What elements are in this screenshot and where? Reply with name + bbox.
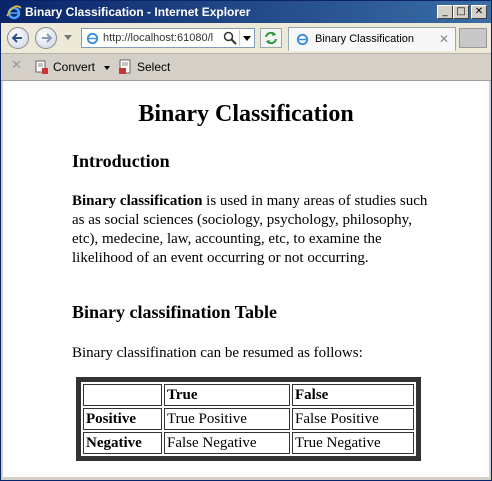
browser-window: Binary Classification - Internet Explore… [0, 0, 492, 481]
table-row: Negative False Negative True Negative [83, 432, 414, 454]
title-bar: Binary Classification - Internet Explore… [1, 1, 491, 23]
page-title: Binary Classification [138, 101, 354, 127]
convert-label: Convert [53, 60, 96, 74]
compatibility-refresh-button[interactable] [260, 28, 282, 48]
back-button[interactable] [7, 27, 29, 49]
table-cell: False Positive [292, 408, 414, 430]
refresh-icon [265, 31, 277, 45]
close-toolbar-icon[interactable]: ✕ [11, 58, 22, 73]
select-icon [119, 59, 131, 74]
page-content: Binary Classification Introduction Binar… [3, 81, 489, 477]
page-icon [296, 33, 309, 46]
introduction-paragraph: Binary classification is used in many ar… [72, 192, 432, 268]
classification-table: True False Positive True Positive False … [76, 377, 421, 461]
navigation-bar: http://localhost:61080/l Binary Classifi… [1, 23, 491, 54]
tab-close-icon[interactable]: ✕ [439, 32, 449, 46]
select-label: Select [137, 60, 171, 74]
tab-binary-classification[interactable]: Binary Classification ✕ [288, 27, 456, 51]
new-tab-button[interactable] [459, 28, 487, 48]
command-bar: ✕ Convert Select [1, 54, 491, 81]
convert-button[interactable]: Convert [34, 59, 95, 75]
table-header-cell: True [164, 384, 290, 406]
convert-dropdown-icon[interactable] [104, 66, 110, 70]
table-header-cell [83, 384, 162, 406]
table-heading: Binary classifination Table [72, 302, 278, 322]
table-cell: True Negative [292, 432, 414, 454]
close-window-button[interactable]: ✕ [471, 5, 487, 19]
address-dropdown-icon[interactable] [239, 30, 254, 46]
select-button[interactable]: Select [118, 59, 170, 75]
table-header-row: True False [83, 384, 414, 406]
tab-title: Binary Classification [315, 33, 415, 45]
introduction-heading: Introduction [72, 151, 170, 171]
maximize-button[interactable]: □ [453, 5, 469, 19]
convert-icon [35, 60, 48, 74]
page-icon [86, 32, 99, 45]
table-row-label: Negative [83, 432, 162, 454]
forward-button[interactable] [35, 27, 57, 49]
table-cell: False Negative [164, 432, 290, 454]
table-row-label: Positive [83, 408, 162, 430]
table-intro: Binary classifination can be resumed as … [72, 345, 363, 361]
introduction-bold-term: Binary classification [72, 193, 203, 209]
minimize-button[interactable]: _ [437, 5, 453, 19]
recent-pages-chevron-icon[interactable] [64, 35, 72, 40]
search-icon[interactable] [223, 31, 237, 45]
forward-arrow-icon [42, 33, 53, 43]
address-bar[interactable]: http://localhost:61080/l [81, 28, 255, 48]
table-header-cell: False [292, 384, 414, 406]
ie-logo-icon [6, 5, 22, 20]
back-arrow-icon [11, 33, 22, 43]
address-input[interactable]: http://localhost:61080/l [103, 32, 219, 44]
table-cell: True Positive [164, 408, 290, 430]
table-row: Positive True Positive False Positive [83, 408, 414, 430]
window-title: Binary Classification - Internet Explore… [25, 5, 251, 19]
